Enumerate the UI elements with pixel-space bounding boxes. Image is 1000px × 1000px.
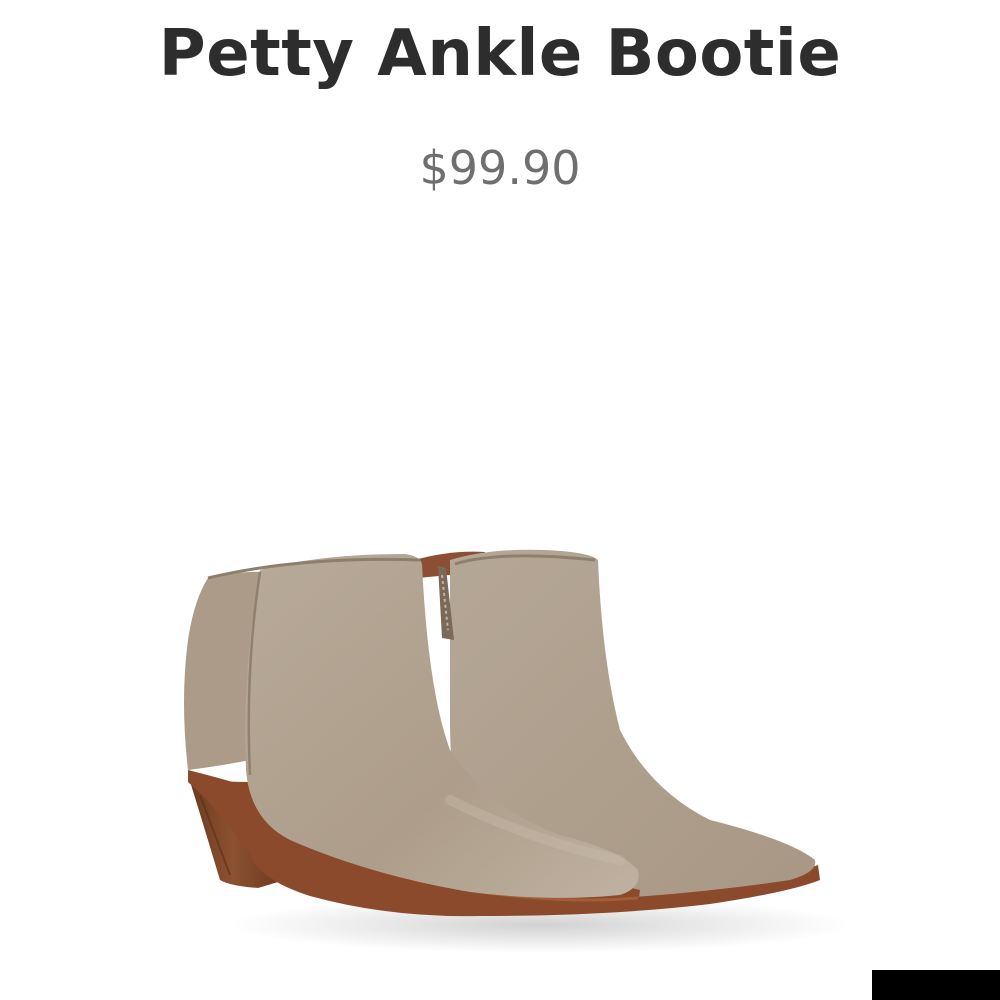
- corner-bar: [872, 970, 1000, 1000]
- product-price: $99.90: [419, 141, 581, 195]
- product-page: Petty Ankle Bootie $99.90: [0, 0, 1000, 1000]
- product-title: Petty Ankle Bootie: [158, 17, 842, 91]
- product-image[interactable]: [150, 520, 850, 960]
